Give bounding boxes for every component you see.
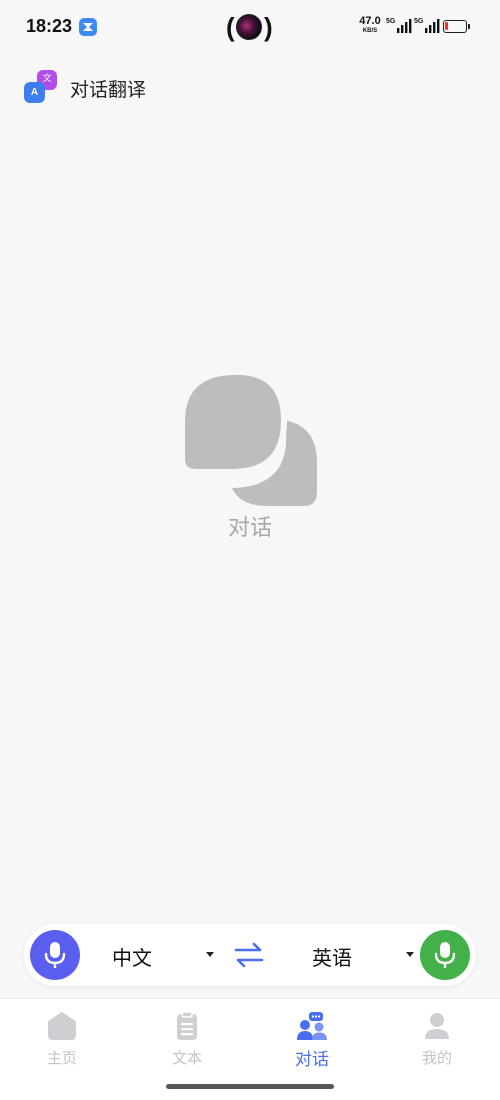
empty-state: 对话 (180, 370, 320, 541)
status-time: 18:23 (26, 16, 73, 36)
microphone-icon (44, 942, 66, 968)
live-right-bracket-icon: ) (264, 12, 273, 42)
signal-label-2: 5G (414, 18, 424, 25)
chat-bubbles-icon (180, 370, 317, 506)
live-left-bracket-icon: ( (226, 12, 235, 42)
live-avatar (236, 14, 262, 40)
battery-level (445, 22, 448, 30)
signal-strength-1: 5G (386, 18, 412, 34)
nav-label-text: 文本 (171, 1049, 202, 1067)
signal-label-1: 5G (386, 18, 396, 25)
nav-label-conversation: 对话 (295, 1050, 329, 1070)
nav-label-home: 主页 (46, 1049, 77, 1067)
source-mic-button[interactable] (30, 930, 80, 980)
empty-state-label: 对话 (227, 516, 272, 541)
network-speed-value: 47.0 (359, 15, 381, 27)
live-activity-indicator[interactable]: ( ) (226, 10, 274, 44)
signal-bars-icon (397, 19, 412, 33)
document-icon (177, 1011, 197, 1040)
translate-logo-icon: 文 A (24, 70, 58, 104)
microphone-icon (434, 942, 456, 968)
home-indicator[interactable] (166, 1084, 334, 1089)
target-language-select[interactable]: 英语 (304, 924, 414, 986)
conversation-icon (297, 1012, 327, 1040)
nav-item-conversation[interactable]: 对话 (267, 1011, 357, 1071)
nav-item-profile[interactable]: 我的 (392, 1011, 482, 1071)
profile-icon (425, 1013, 449, 1039)
network-speed-unit: KB/S (362, 28, 378, 34)
screen: 18:23 ( ) 47.0 KB/S 5G 5G 文 A 对话翻译 对话 中文… (0, 0, 500, 1100)
target-mic-button[interactable] (420, 930, 470, 980)
target-language-label: 英语 (312, 946, 352, 970)
notification-app-icon (79, 18, 97, 36)
caret-down-icon (406, 952, 414, 957)
battery-icon (443, 20, 470, 33)
status-bar: 18:23 ( ) 47.0 KB/S 5G 5G (0, 0, 500, 56)
language-bar: 中文 英语 (24, 924, 476, 986)
signal-bars-icon (425, 19, 440, 33)
logo-latin-glyph: A (24, 82, 45, 103)
source-language-select[interactable]: 中文 (104, 924, 214, 986)
nav-item-text[interactable]: 文本 (142, 1011, 232, 1071)
source-language-label: 中文 (112, 946, 152, 970)
page-title: 对话翻译 (70, 79, 147, 101)
caret-down-icon (206, 952, 214, 957)
swap-arrows-icon (234, 942, 264, 968)
home-icon (48, 1012, 76, 1040)
nav-item-home[interactable]: 主页 (17, 1011, 107, 1071)
network-speed: 47.0 KB/S (358, 15, 382, 35)
swap-languages-button[interactable] (234, 941, 264, 969)
signal-strength-2: 5G (414, 18, 440, 34)
nav-label-profile: 我的 (421, 1049, 452, 1067)
